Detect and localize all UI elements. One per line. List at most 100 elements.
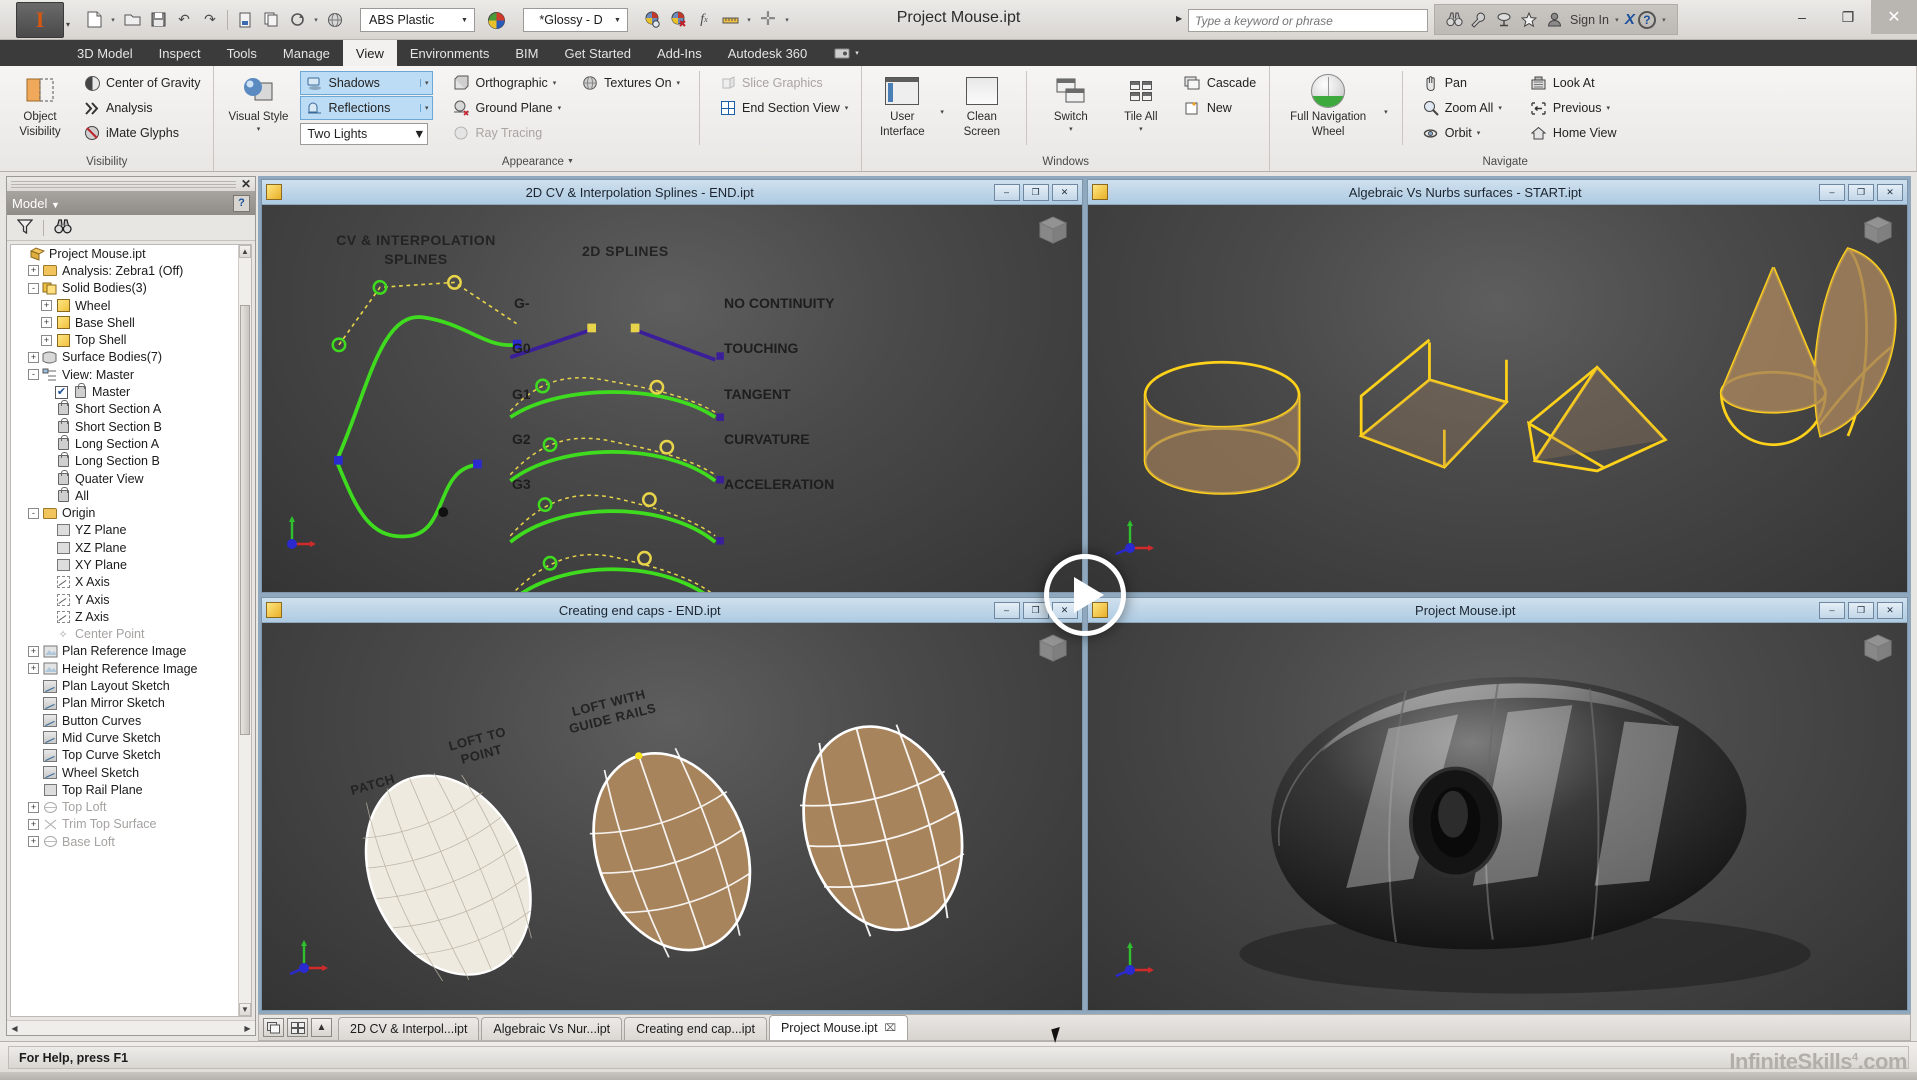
textures-on-button[interactable]: Textures On ▾ bbox=[576, 71, 685, 95]
tree-expander[interactable]: - bbox=[28, 282, 39, 294]
open-file-icon[interactable] bbox=[120, 7, 144, 32]
tree-expander[interactable]: + bbox=[41, 317, 52, 329]
tile-all-caret-icon[interactable]: ▾ bbox=[1139, 126, 1143, 134]
tree-expander[interactable]: - bbox=[28, 507, 39, 519]
tree-expander[interactable]: + bbox=[28, 351, 39, 363]
viewport-restore-button[interactable]: ❐ bbox=[1848, 183, 1874, 201]
view-cube[interactable] bbox=[1859, 213, 1897, 249]
pan-button[interactable]: Pan bbox=[1417, 71, 1507, 95]
tree-node[interactable]: ✧ Center Point bbox=[11, 626, 251, 643]
sign-in-caret-icon[interactable]: ▾ bbox=[1612, 16, 1622, 24]
viewport-minimize-button[interactable]: – bbox=[993, 601, 1020, 619]
user-interface-caret-icon[interactable]: ▾ bbox=[940, 108, 944, 116]
chevron-down-icon[interactable]: ▼ bbox=[457, 17, 472, 24]
tree-node[interactable]: XZ Plane bbox=[11, 539, 251, 556]
viewport-close-button[interactable]: ✕ bbox=[1051, 183, 1078, 201]
filter-icon[interactable] bbox=[16, 218, 34, 237]
tree-node[interactable]: All bbox=[11, 486, 251, 504]
orbit-button[interactable]: Orbit ▾ bbox=[1417, 121, 1507, 145]
shadows-caret-icon[interactable]: ▾ bbox=[419, 79, 428, 87]
tree-expander[interactable]: + bbox=[28, 836, 39, 848]
document-tab-splines[interactable]: 2D CV & Interpol...ipt bbox=[338, 1017, 480, 1040]
document-tab-endcaps[interactable]: Creating end cap...ipt bbox=[624, 1017, 767, 1040]
browser-help-icon[interactable]: ? bbox=[233, 194, 250, 212]
play-button[interactable] bbox=[1043, 554, 1126, 636]
document-tab-close-icon[interactable]: ⌧ bbox=[885, 1023, 897, 1034]
user-account-icon[interactable] bbox=[1543, 9, 1565, 31]
tree-node[interactable]: + Wheel bbox=[11, 297, 251, 314]
update-caret-icon[interactable]: ▾ bbox=[311, 16, 321, 24]
ground-plane-caret-icon[interactable]: ▾ bbox=[558, 104, 562, 112]
cascade-button[interactable]: Cascade bbox=[1179, 71, 1261, 95]
viewport-nurbs[interactable]: Algebraic Vs Nurbs surfaces - START.ipt … bbox=[1086, 179, 1908, 593]
close-button[interactable]: ✕ bbox=[1871, 0, 1917, 34]
view-cube[interactable] bbox=[1034, 213, 1072, 249]
tree-node[interactable]: + Analysis: Zebra1 (Off) bbox=[11, 262, 251, 279]
viewport-close-button[interactable]: ✕ bbox=[1877, 183, 1903, 201]
tile-windows-icon[interactable] bbox=[287, 1018, 308, 1037]
zoom-all-caret-icon[interactable]: ▾ bbox=[1498, 104, 1502, 112]
favorites-star-icon[interactable] bbox=[1518, 9, 1540, 31]
adjust-appearance-icon[interactable] bbox=[640, 7, 664, 32]
tree-node[interactable]: Short Section B bbox=[11, 417, 251, 435]
reflections-caret-icon[interactable]: ▾ bbox=[419, 104, 428, 112]
tree-node[interactable]: Short Section A bbox=[11, 400, 251, 418]
tree-node[interactable]: - Origin bbox=[11, 504, 251, 521]
parameters-fx-icon[interactable]: fx bbox=[692, 7, 716, 32]
clear-appearance-icon[interactable] bbox=[666, 7, 690, 32]
tab-list-arrow-icon[interactable]: ▲ bbox=[311, 1018, 332, 1037]
tree-node[interactable]: X Axis bbox=[11, 574, 251, 591]
viewport-restore-button[interactable]: ❐ bbox=[1022, 183, 1049, 201]
copy-icon[interactable] bbox=[259, 7, 283, 32]
measure-caret-icon[interactable]: ▾ bbox=[744, 16, 754, 24]
previous-view-button[interactable]: Previous ▾ bbox=[1525, 96, 1622, 120]
application-menu-button[interactable]: I bbox=[16, 2, 64, 38]
scroll-left-arrow-icon[interactable]: ◀ bbox=[7, 1024, 22, 1033]
tree-node[interactable]: - Solid Bodies(3) bbox=[11, 280, 251, 297]
search-box[interactable] bbox=[1188, 9, 1428, 32]
tree-expander[interactable]: - bbox=[28, 369, 39, 381]
exchange-apps-icon[interactable]: X bbox=[1625, 11, 1635, 28]
tile-all-button[interactable]: Tile All ▾ bbox=[1109, 71, 1173, 134]
orthographic-button[interactable]: Orthographic ▾ bbox=[447, 71, 566, 95]
tree-node[interactable]: - View: Master bbox=[11, 366, 251, 383]
parameters-icon[interactable] bbox=[233, 7, 257, 32]
user-interface-button[interactable]: User Interface bbox=[870, 71, 934, 139]
imate-glyphs-button[interactable]: iMate Glyphs bbox=[78, 121, 205, 145]
tab-add-ins[interactable]: Add-Ins bbox=[644, 40, 715, 66]
end-section-view-button[interactable]: End Section View ▾ bbox=[714, 96, 853, 120]
zoom-all-button[interactable]: Zoom All ▾ bbox=[1417, 96, 1507, 120]
new-file-icon[interactable] bbox=[82, 7, 106, 32]
tree-node[interactable]: Project Mouse.ipt bbox=[11, 245, 251, 262]
viewport-minimize-button[interactable]: – bbox=[1819, 183, 1845, 201]
viewport-mouse[interactable]: Project Mouse.ipt – ❐ ✕ bbox=[1086, 597, 1908, 1011]
tree-expander[interactable]: + bbox=[41, 334, 52, 346]
viewport-nurbs-canvas[interactable] bbox=[1087, 205, 1907, 592]
help-caret-icon[interactable]: ▾ bbox=[1659, 16, 1669, 24]
orthographic-caret-icon[interactable]: ▾ bbox=[553, 79, 557, 87]
tree-expander[interactable]: + bbox=[28, 645, 39, 657]
tree-node[interactable]: Long Section B bbox=[11, 452, 251, 470]
analysis-button[interactable]: Analysis bbox=[78, 96, 205, 120]
save-icon[interactable] bbox=[146, 7, 170, 32]
visual-style-button[interactable]: Visual Style ▾ bbox=[222, 71, 294, 134]
view-cube[interactable] bbox=[1034, 631, 1072, 667]
help-icon[interactable]: ? bbox=[1637, 10, 1656, 29]
hscroll-track[interactable] bbox=[22, 1021, 240, 1035]
viewport-endcaps-canvas[interactable]: PATCH LOFT TO POINT LOFT WITH GUIDE RAIL… bbox=[262, 623, 1082, 1010]
clean-screen-button[interactable]: Clean Screen bbox=[950, 71, 1014, 139]
tab-tools[interactable]: Tools bbox=[214, 40, 270, 66]
previous-view-caret-icon[interactable]: ▾ bbox=[1606, 104, 1610, 112]
scrollbar-thumb[interactable] bbox=[240, 305, 250, 735]
minimize-button[interactable]: – bbox=[1779, 0, 1825, 34]
browser-close-icon[interactable]: ✕ bbox=[241, 177, 251, 191]
tree-node[interactable]: Plan Layout Sketch bbox=[11, 677, 251, 694]
tree-node[interactable]: + Top Loft bbox=[11, 799, 251, 816]
tree-node[interactable]: Quater View bbox=[11, 469, 251, 487]
tree-node[interactable]: + Trim Top Surface bbox=[11, 816, 251, 833]
viewport-minimize-button[interactable]: – bbox=[993, 183, 1020, 201]
tab-view[interactable]: View bbox=[342, 40, 397, 66]
communication-center-icon[interactable] bbox=[1493, 9, 1515, 31]
tab-environments[interactable]: Environments bbox=[397, 40, 502, 66]
look-at-button[interactable]: Look At bbox=[1525, 71, 1622, 95]
